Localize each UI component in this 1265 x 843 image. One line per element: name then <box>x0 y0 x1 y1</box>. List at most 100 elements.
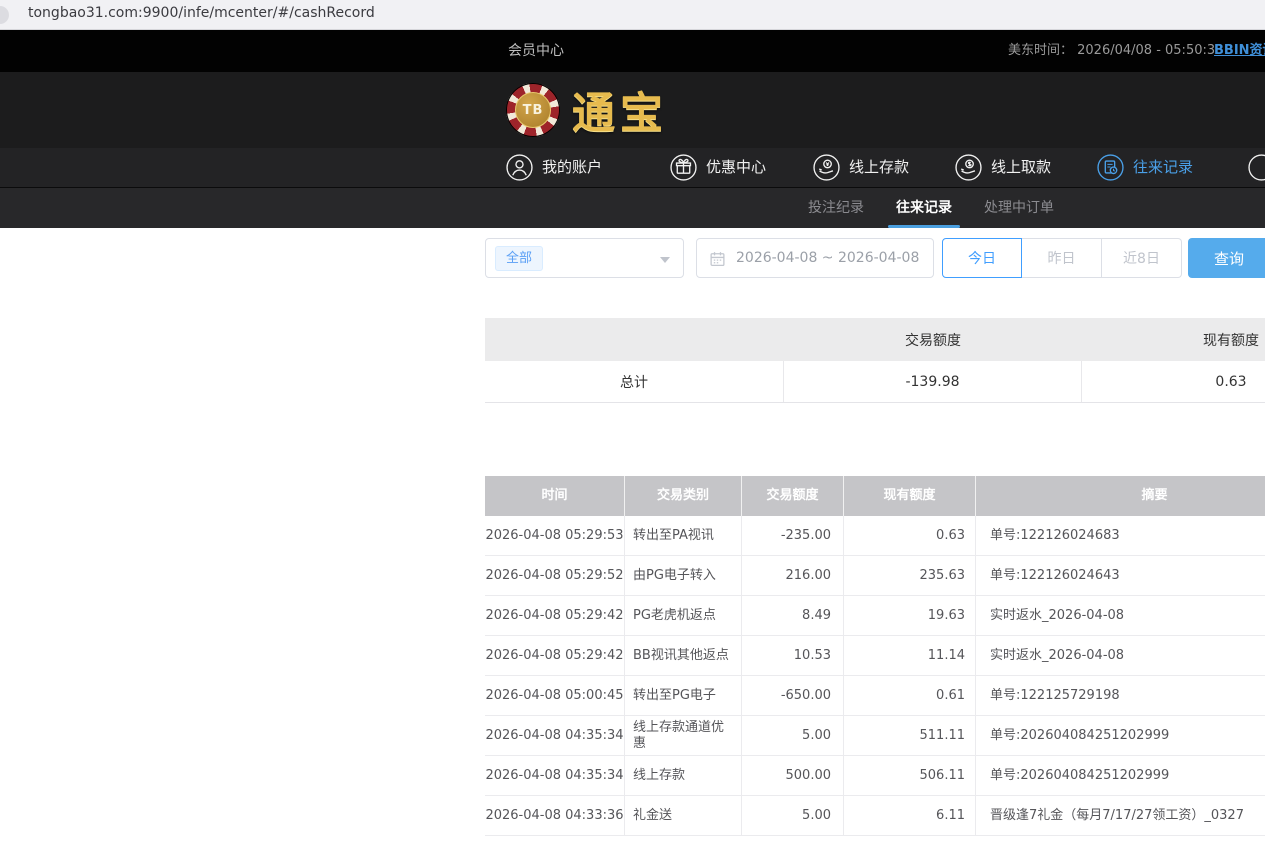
table-cell-amount: 10.53 <box>742 636 844 675</box>
nav-item-deposit[interactable]: 线上存款 <box>813 148 909 187</box>
nav-label: 线上存款 <box>849 148 909 187</box>
col-header-memo: 摘要 <box>976 476 1265 516</box>
calendar-icon <box>709 250 726 267</box>
summary-header-row: 交易额度 现有额度 <box>485 318 1265 361</box>
table-cell-memo: 晋级逢7礼金（每月7/17/27领工资）_0327 <box>976 796 1265 835</box>
table-cell-balance: 235.63 <box>844 556 976 595</box>
table-cell-time: 2026-04-08 05:00:45 <box>485 676 625 715</box>
table-cell-type: 转出至PA视讯 <box>625 516 742 555</box>
table-cell-amount: 216.00 <box>742 556 844 595</box>
table-cell-type: 线上存款 <box>625 756 742 795</box>
table-cell-memo: 单号:122125729198 <box>976 676 1265 715</box>
table-row: 2026-04-08 04:35:34线上存款通道优惠5.00511.11单号:… <box>485 716 1265 756</box>
table-cell-amount: 8.49 <box>742 596 844 635</box>
table-cell-memo: 单号:122126024683 <box>976 516 1265 555</box>
table-cell-amount: 5.00 <box>742 796 844 835</box>
date-range-value: 2026-04-08 ~ 2026-04-08 <box>736 250 919 266</box>
nav-item-partial[interactable] <box>1248 148 1265 187</box>
table-cell-type: 礼金送 <box>625 796 742 835</box>
nav-item-promotions[interactable]: 优惠中心 <box>670 148 766 187</box>
summary-table: 交易额度 现有额度 总计 -139.98 0.63 <box>485 318 1265 403</box>
main-nav: 我的账户 优惠中心 线上存款 线上取款 往来记录 <box>0 148 1265 188</box>
table-row: 2026-04-08 05:29:42BB视讯其他返点10.5311.14实时返… <box>485 636 1265 676</box>
table-cell-time: 2026-04-08 05:29:42 <box>485 636 625 675</box>
user-icon <box>506 154 533 181</box>
table-cell-type: 线上存款通道优惠 <box>625 716 742 755</box>
summary-header-balance: 现有额度 <box>1082 330 1265 350</box>
table-cell-memo: 单号:122126024643 <box>976 556 1265 595</box>
partial-nav-icon <box>1248 154 1265 181</box>
tab-transaction-records[interactable]: 往来记录 <box>896 188 952 228</box>
table-cell-type: 转出至PG电子 <box>625 676 742 715</box>
range-button-yesterday[interactable]: 昨日 <box>1022 238 1102 278</box>
table-row: 2026-04-08 05:29:53转出至PA视讯-235.000.63单号:… <box>485 516 1265 556</box>
tab-pending-orders[interactable]: 处理中订单 <box>984 188 1054 228</box>
table-cell-balance: 6.11 <box>844 796 976 835</box>
summary-total-row: 总计 -139.98 0.63 <box>485 361 1265 403</box>
search-button[interactable]: 查询 <box>1188 238 1265 278</box>
table-cell-amount: -650.00 <box>742 676 844 715</box>
nav-label: 优惠中心 <box>706 148 766 187</box>
records-icon <box>1097 154 1124 181</box>
deposit-icon <box>813 154 840 181</box>
transaction-type-select[interactable]: 全部 <box>485 238 684 278</box>
table-cell-time: 2026-04-08 05:29:42 <box>485 596 625 635</box>
table-cell-memo: 单号:202604084251202999 <box>976 756 1265 795</box>
table-cell-memo: 单号:202604084251202999 <box>976 716 1265 755</box>
withdraw-icon <box>955 154 982 181</box>
col-header-balance: 现有额度 <box>844 476 976 516</box>
table-row: 2026-04-08 05:00:45转出至PG电子-650.000.61单号:… <box>485 676 1265 716</box>
selected-type-tag[interactable]: 全部 <box>495 246 543 271</box>
nav-item-withdraw[interactable]: 线上取款 <box>955 148 1051 187</box>
nav-label: 线上取款 <box>991 148 1051 187</box>
range-button-today[interactable]: 今日 <box>942 238 1022 278</box>
brand-name: 通宝 <box>572 79 668 141</box>
table-cell-balance: 19.63 <box>844 596 976 635</box>
range-button-last8days[interactable]: 近8日 <box>1102 238 1182 278</box>
table-cell-type: PG老虎机返点 <box>625 596 742 635</box>
gift-icon <box>670 154 697 181</box>
date-range-input[interactable]: 2026-04-08 ~ 2026-04-08 <box>696 238 934 278</box>
chip-initials: TB <box>523 103 544 118</box>
table-cell-memo: 实时返水_2026-04-08 <box>976 636 1265 675</box>
table-cell-amount: 500.00 <box>742 756 844 795</box>
eastern-time-display: 美东时间： 2026/04/08 - 05:50:33 <box>1008 30 1223 72</box>
table-cell-balance: 0.61 <box>844 676 976 715</box>
table-row: 2026-04-08 05:29:42PG老虎机返点8.4919.63实时返水_… <box>485 596 1265 636</box>
site-header: TB 通宝 <box>0 72 1265 148</box>
table-cell-time: 2026-04-08 05:29:52 <box>485 556 625 595</box>
nav-item-my-account[interactable]: 我的账户 <box>506 148 602 187</box>
table-cell-balance: 506.11 <box>844 756 976 795</box>
table-cell-amount: 5.00 <box>742 716 844 755</box>
summary-total-amount: -139.98 <box>784 361 1082 402</box>
quick-range-group: 今日 昨日 近8日 <box>942 238 1182 278</box>
table-cell-time: 2026-04-08 05:29:53 <box>485 516 625 555</box>
table-row: 2026-04-08 05:29:52由PG电子转入216.00235.63单号… <box>485 556 1265 596</box>
summary-header-amount: 交易额度 <box>784 330 1082 350</box>
sub-nav: 投注纪录 往来记录 处理中订单 <box>0 188 1265 228</box>
col-header-amount: 交易额度 <box>742 476 844 516</box>
table-row: 2026-04-08 04:33:36礼金送5.006.11晋级逢7礼金（每月7… <box>485 796 1265 836</box>
casino-chip-icon: TB <box>506 83 560 137</box>
page-url[interactable]: tongbao31.com:9900/infe/mcenter/#/cashRe… <box>28 5 375 21</box>
records-table-body: 2026-04-08 05:29:53转出至PA视讯-235.000.63单号:… <box>485 516 1265 836</box>
summary-total-label: 总计 <box>485 361 784 402</box>
summary-total-balance: 0.63 <box>1082 361 1265 402</box>
chevron-down-icon <box>660 257 670 263</box>
table-cell-memo: 实时返水_2026-04-08 <box>976 596 1265 635</box>
browser-address-bar[interactable]: tongbao31.com:9900/infe/mcenter/#/cashRe… <box>0 0 1265 30</box>
table-cell-amount: -235.00 <box>742 516 844 555</box>
brand-logo[interactable]: TB 通宝 <box>506 83 668 137</box>
table-cell-time: 2026-04-08 04:33:36 <box>485 796 625 835</box>
records-table-header: 时间 交易类别 交易额度 现有额度 摘要 <box>485 476 1265 516</box>
table-cell-type: 由PG电子转入 <box>625 556 742 595</box>
table-cell-time: 2026-04-08 04:35:34 <box>485 756 625 795</box>
tab-betting-records[interactable]: 投注纪录 <box>808 188 864 228</box>
table-cell-balance: 511.11 <box>844 716 976 755</box>
top-bar: 会员中心 美东时间： 2026/04/08 - 05:50:33 BBIN资讯 <box>0 30 1265 72</box>
bbin-news-link[interactable]: BBIN资讯 <box>1214 30 1265 72</box>
col-header-type: 交易类别 <box>625 476 742 516</box>
nav-label: 我的账户 <box>542 148 602 187</box>
nav-item-transaction-records[interactable]: 往来记录 <box>1097 148 1193 187</box>
member-center-link[interactable]: 会员中心 <box>508 30 564 72</box>
